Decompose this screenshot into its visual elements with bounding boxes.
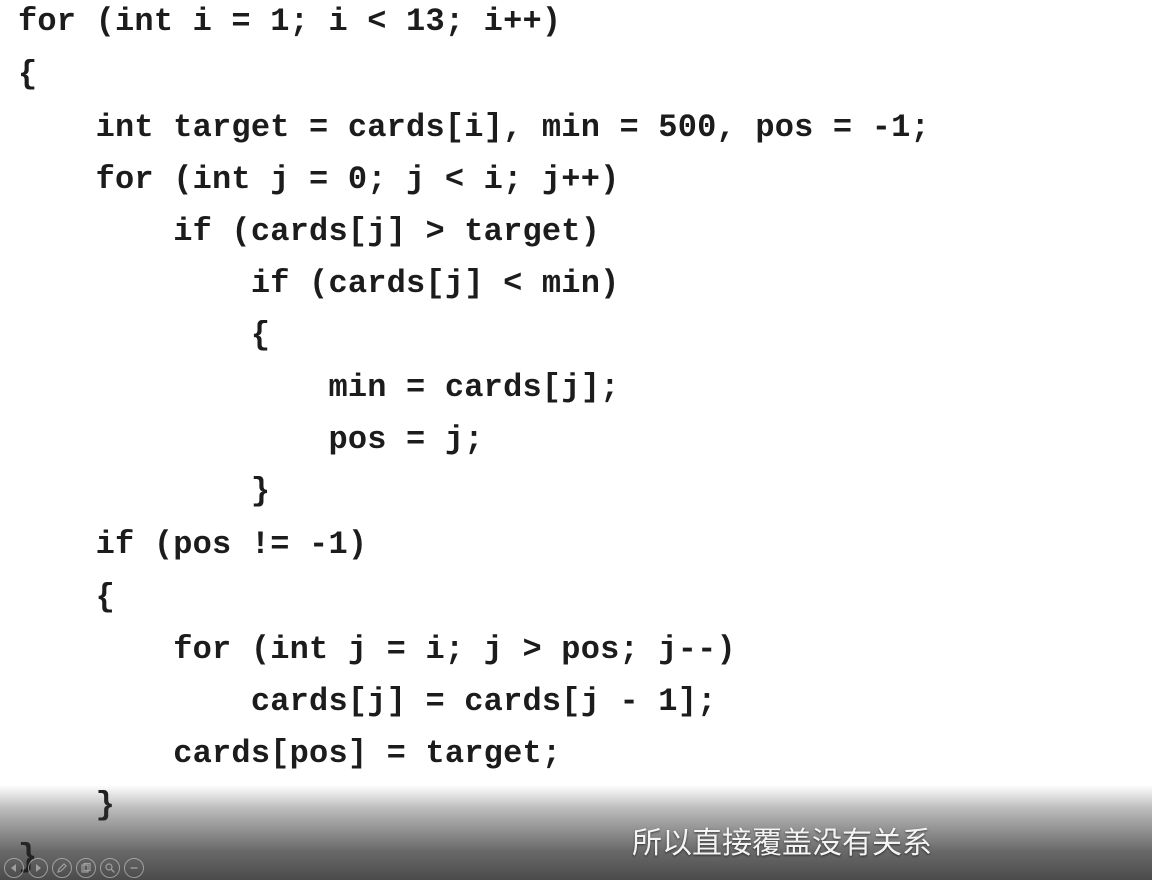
subtitle-text: 所以直接覆盖没有关系 — [632, 826, 932, 861]
prev-icon[interactable] — [4, 858, 24, 878]
code-line-9: pos = j; — [18, 421, 484, 458]
code-line-12: { — [18, 579, 116, 616]
code-line-3: int target = cards[i], min = 500, pos = … — [18, 109, 930, 146]
copy-icon[interactable] — [76, 858, 96, 878]
code-line-4: for (int j = 0; j < i; j++) — [18, 161, 620, 198]
zoom-icon[interactable] — [100, 858, 120, 878]
code-line-2: { — [18, 56, 38, 93]
minus-icon[interactable] — [124, 858, 144, 878]
code-line-1: for (int i = 1; i < 13; i++) — [18, 3, 562, 40]
slide-player-controls — [4, 856, 144, 880]
code-line-5: if (cards[j] > target) — [18, 213, 601, 250]
pen-icon[interactable] — [52, 858, 72, 878]
code-line-10: } — [18, 473, 271, 510]
subtitle-overlay-bar — [0, 785, 1152, 880]
code-line-6: if (cards[j] < min) — [18, 265, 620, 302]
code-line-15: cards[pos] = target; — [18, 735, 562, 772]
code-line-11: if (pos != -1) — [18, 526, 368, 563]
video-frame: for (int i = 1; i < 13; i++) { int targe… — [0, 0, 1152, 880]
next-icon[interactable] — [28, 858, 48, 878]
code-line-14: cards[j] = cards[j - 1]; — [18, 683, 717, 720]
code-line-8: min = cards[j]; — [18, 369, 620, 406]
code-line-13: for (int j = i; j > pos; j--) — [18, 631, 736, 668]
code-line-7: { — [18, 317, 271, 354]
